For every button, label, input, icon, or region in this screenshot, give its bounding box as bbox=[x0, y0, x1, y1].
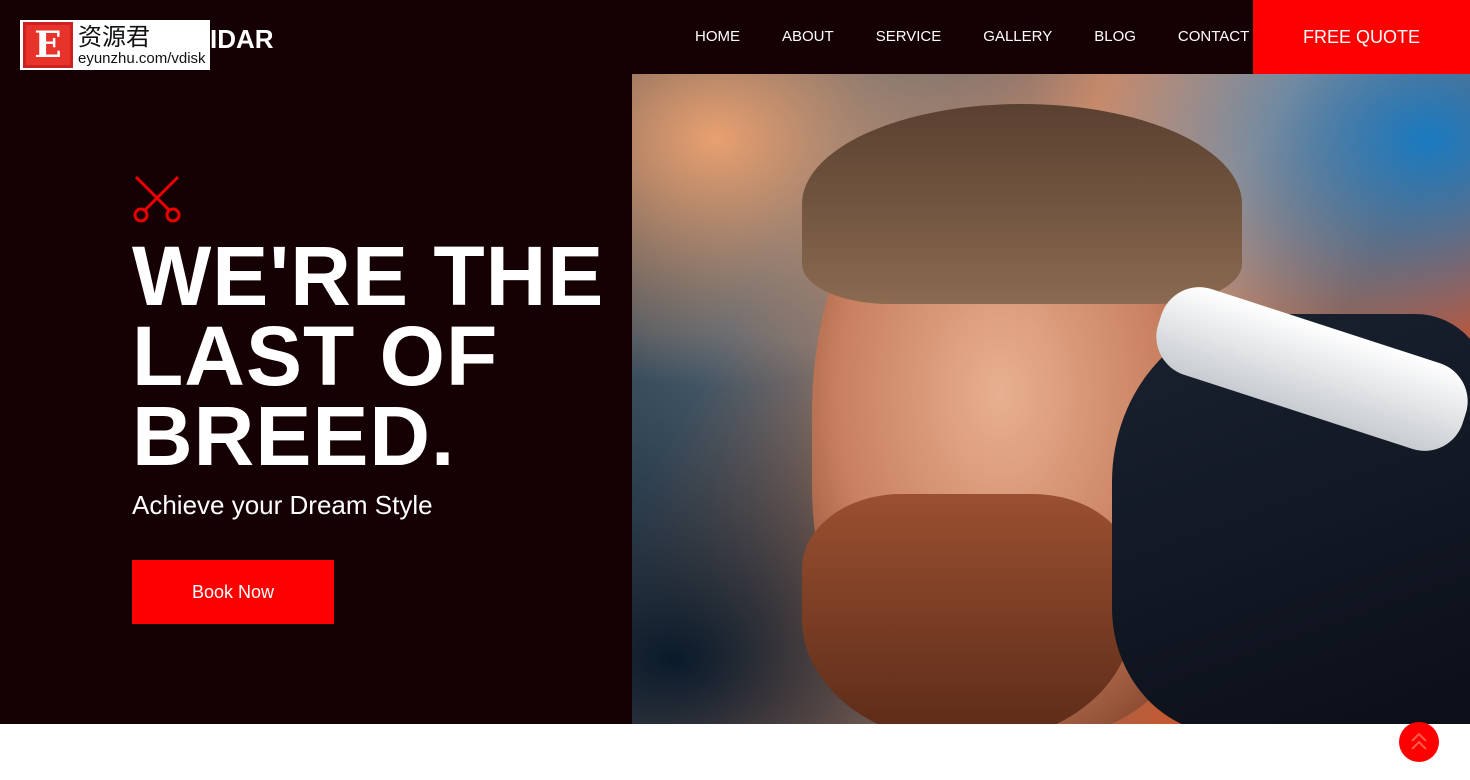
free-quote-button[interactable]: FREE QUOTE bbox=[1253, 0, 1470, 74]
nav-about[interactable]: ABOUT bbox=[782, 28, 834, 45]
chevron-up-icon bbox=[1411, 732, 1427, 750]
back-to-top-button[interactable] bbox=[1399, 722, 1439, 762]
main-nav: HOME ABOUT SERVICE GALLERY BLOG CONTACT bbox=[695, 28, 1291, 45]
nav-home[interactable]: HOME bbox=[695, 28, 740, 45]
book-now-button[interactable]: Book Now bbox=[132, 560, 334, 624]
logo-watermark[interactable]: E 资源君 eyunzhu.com/vdisk bbox=[20, 20, 210, 70]
title-line: WE'RE THE bbox=[132, 229, 605, 323]
logo-url: eyunzhu.com/vdisk bbox=[78, 49, 206, 67]
nav-contact[interactable]: CONTACT bbox=[1178, 28, 1249, 45]
hero-subtitle: Achieve your Dream Style bbox=[132, 490, 433, 520]
title-line: LAST OF bbox=[132, 309, 499, 403]
hero-image bbox=[632, 74, 1470, 724]
scissors-icon bbox=[133, 175, 181, 223]
logo-mark: E bbox=[23, 22, 73, 68]
hero-title: WE'RE THE LAST OF BREED. bbox=[132, 229, 605, 483]
brand-name[interactable]: IDAR bbox=[210, 24, 274, 55]
title-line: BREED. bbox=[132, 389, 456, 483]
logo-cn: 资源君 bbox=[78, 22, 150, 51]
nav-blog[interactable]: BLOG bbox=[1094, 28, 1136, 45]
nav-service[interactable]: SERVICE bbox=[876, 28, 942, 45]
nav-gallery[interactable]: GALLERY bbox=[983, 28, 1052, 45]
hero-section: E 资源君 eyunzhu.com/vdisk IDAR HOME ABOUT … bbox=[0, 0, 1470, 724]
